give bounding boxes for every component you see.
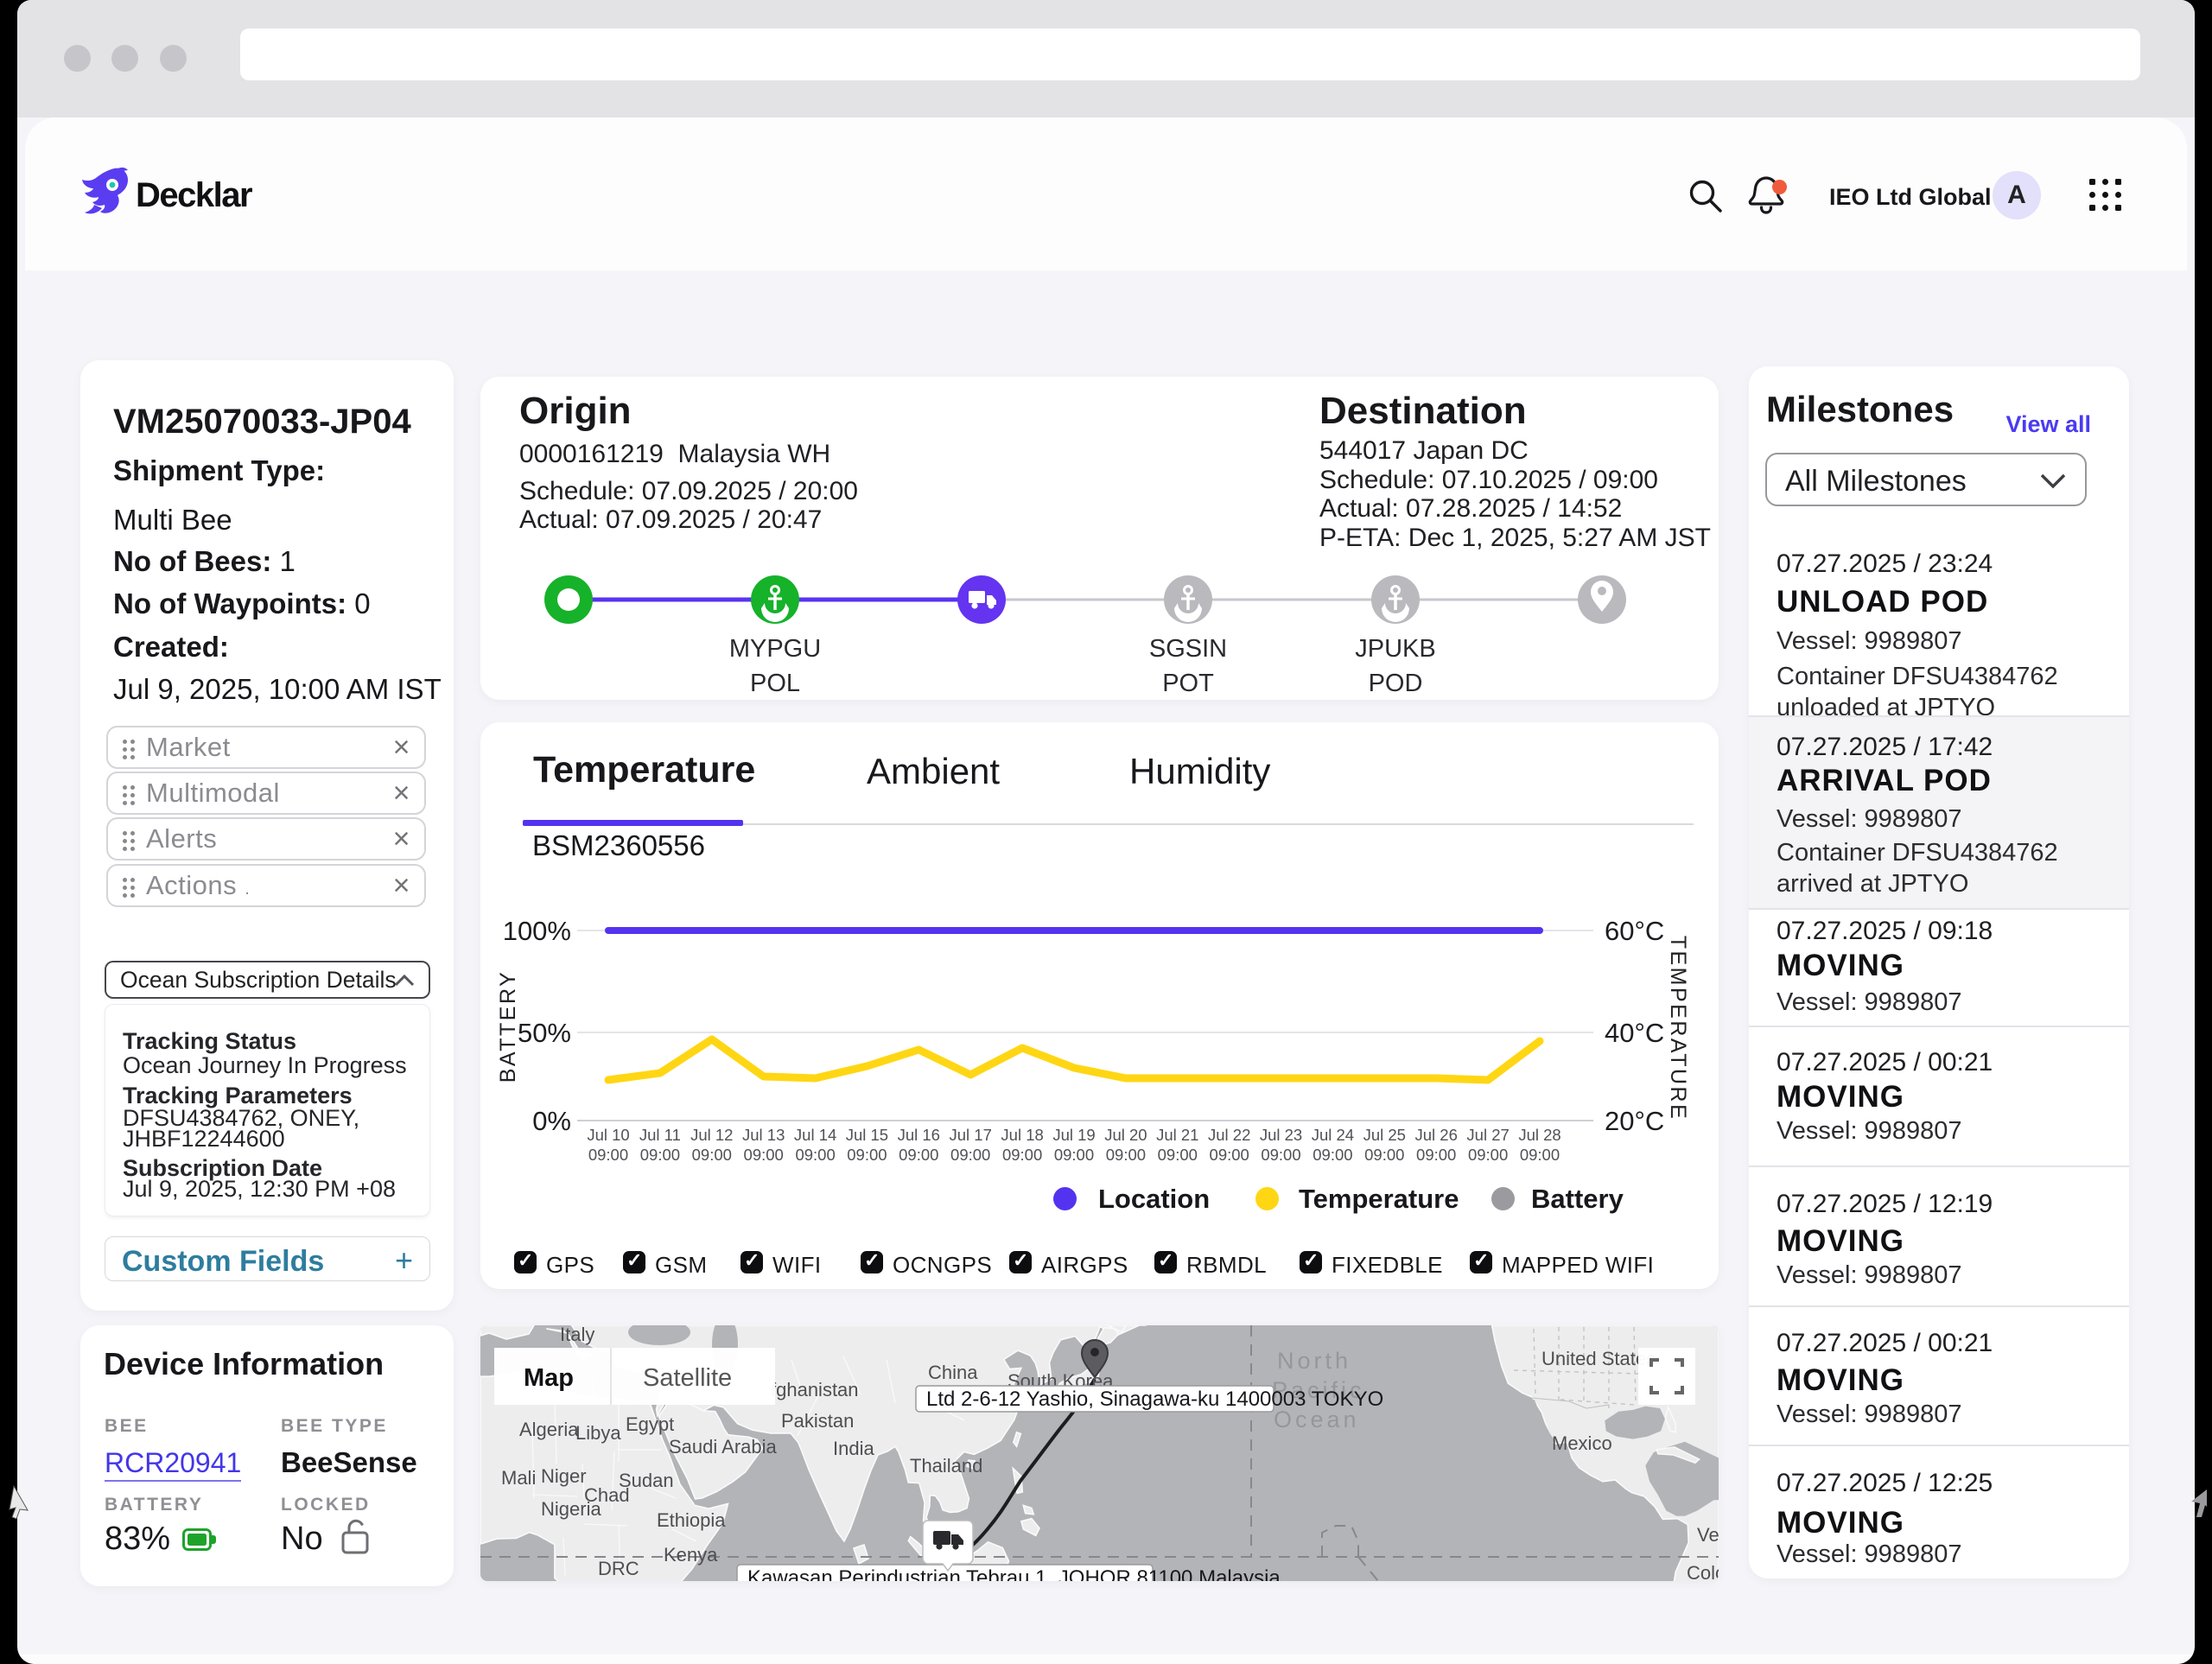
svg-text:50%: 50%	[518, 1018, 571, 1048]
svg-text:North: North	[1277, 1348, 1351, 1374]
svg-text:Jul 17: Jul 17	[950, 1126, 992, 1144]
svg-text:Jul 21: Jul 21	[1156, 1126, 1198, 1144]
svg-text:09:00: 09:00	[1106, 1146, 1146, 1164]
svg-text:09:00: 09:00	[1520, 1146, 1560, 1164]
svg-text:09:00: 09:00	[640, 1146, 680, 1164]
svg-text:Italy: Italy	[560, 1325, 594, 1345]
svg-text:Saudi Arabia: Saudi Arabia	[669, 1436, 778, 1458]
svg-text:Ve: Ve	[1697, 1524, 1719, 1546]
svg-text:fghanistan: fghanistan	[771, 1379, 859, 1400]
svg-text:100%: 100%	[503, 916, 571, 946]
svg-text:China: China	[928, 1362, 978, 1383]
svg-text:Jul 16: Jul 16	[898, 1126, 940, 1144]
svg-text:09:00: 09:00	[1210, 1146, 1249, 1164]
svg-text:DRC: DRC	[598, 1558, 639, 1579]
svg-text:Jul 12: Jul 12	[690, 1126, 733, 1144]
svg-text:09:00: 09:00	[899, 1146, 938, 1164]
svg-text:0%: 0%	[532, 1106, 571, 1136]
svg-text:09:00: 09:00	[1261, 1146, 1300, 1164]
svg-text:India: India	[833, 1438, 874, 1459]
svg-text:Mali: Mali	[501, 1467, 536, 1489]
svg-text:Jul 15: Jul 15	[846, 1126, 888, 1144]
svg-text:Jul 18: Jul 18	[1001, 1126, 1043, 1144]
svg-text:Jul 13: Jul 13	[742, 1126, 785, 1144]
svg-text:Jul 26: Jul 26	[1415, 1126, 1458, 1144]
svg-text:Kawasan Perindustrian Tebrau 1: Kawasan Perindustrian Tebrau 1, JOHOR 81…	[747, 1566, 1281, 1581]
svg-text:BATTERY: BATTERY	[496, 970, 520, 1083]
svg-text:Libya: Libya	[575, 1422, 621, 1444]
svg-text:09:00: 09:00	[1002, 1146, 1042, 1164]
svg-text:Jul 10: Jul 10	[587, 1126, 629, 1144]
svg-text:Thailand: Thailand	[910, 1455, 982, 1477]
svg-text:Pakistan: Pakistan	[781, 1410, 854, 1432]
svg-text:09:00: 09:00	[950, 1146, 990, 1164]
svg-text:Algeria: Algeria	[519, 1419, 579, 1440]
svg-text:Egypt: Egypt	[626, 1413, 674, 1435]
svg-text:09:00: 09:00	[795, 1146, 835, 1164]
svg-text:Ethiopia: Ethiopia	[657, 1509, 726, 1531]
svg-text:Mexico: Mexico	[1552, 1432, 1612, 1454]
svg-text:09:00: 09:00	[1158, 1146, 1198, 1164]
svg-text:Satellite: Satellite	[643, 1364, 732, 1392]
svg-text:40°C: 40°C	[1605, 1018, 1664, 1048]
svg-text:Jul 25: Jul 25	[1363, 1126, 1406, 1144]
svg-text:Jul 11: Jul 11	[639, 1126, 681, 1144]
svg-text:09:00: 09:00	[744, 1146, 784, 1164]
svg-text:Jul 28: Jul 28	[1518, 1126, 1560, 1144]
svg-text:60°C: 60°C	[1605, 916, 1664, 946]
svg-text:Jul 22: Jul 22	[1208, 1126, 1250, 1144]
svg-text:09:00: 09:00	[1054, 1146, 1094, 1164]
svg-text:Ltd 2-6-12 Yashio, Sinagawa-ku: Ltd 2-6-12 Yashio, Sinagawa-ku 1400003 T…	[926, 1388, 1383, 1411]
svg-text:Kenya: Kenya	[664, 1544, 718, 1566]
svg-text:09:00: 09:00	[1416, 1146, 1456, 1164]
svg-text:Jul 24: Jul 24	[1312, 1126, 1354, 1144]
svg-text:20°C: 20°C	[1605, 1106, 1664, 1136]
svg-text:Map: Map	[524, 1364, 574, 1392]
svg-text:Jul 23: Jul 23	[1260, 1126, 1302, 1144]
svg-text:09:00: 09:00	[692, 1146, 732, 1164]
svg-text:Jul 20: Jul 20	[1104, 1126, 1147, 1144]
svg-text:09:00: 09:00	[1313, 1146, 1352, 1164]
svg-text:TEMPERATURE: TEMPERATURE	[1666, 936, 1690, 1121]
svg-text:Niger: Niger	[541, 1465, 587, 1487]
svg-text:Nigeria: Nigeria	[541, 1498, 601, 1520]
svg-text:09:00: 09:00	[588, 1146, 628, 1164]
svg-text:09:00: 09:00	[1468, 1146, 1508, 1164]
svg-text:Jul 14: Jul 14	[794, 1126, 836, 1144]
svg-text:09:00: 09:00	[1364, 1146, 1404, 1164]
svg-text:Jul 19: Jul 19	[1052, 1126, 1095, 1144]
svg-text:Jul 27: Jul 27	[1466, 1126, 1509, 1144]
svg-text:09:00: 09:00	[847, 1146, 887, 1164]
svg-text:Colombia: Colombia	[1687, 1562, 1719, 1581]
